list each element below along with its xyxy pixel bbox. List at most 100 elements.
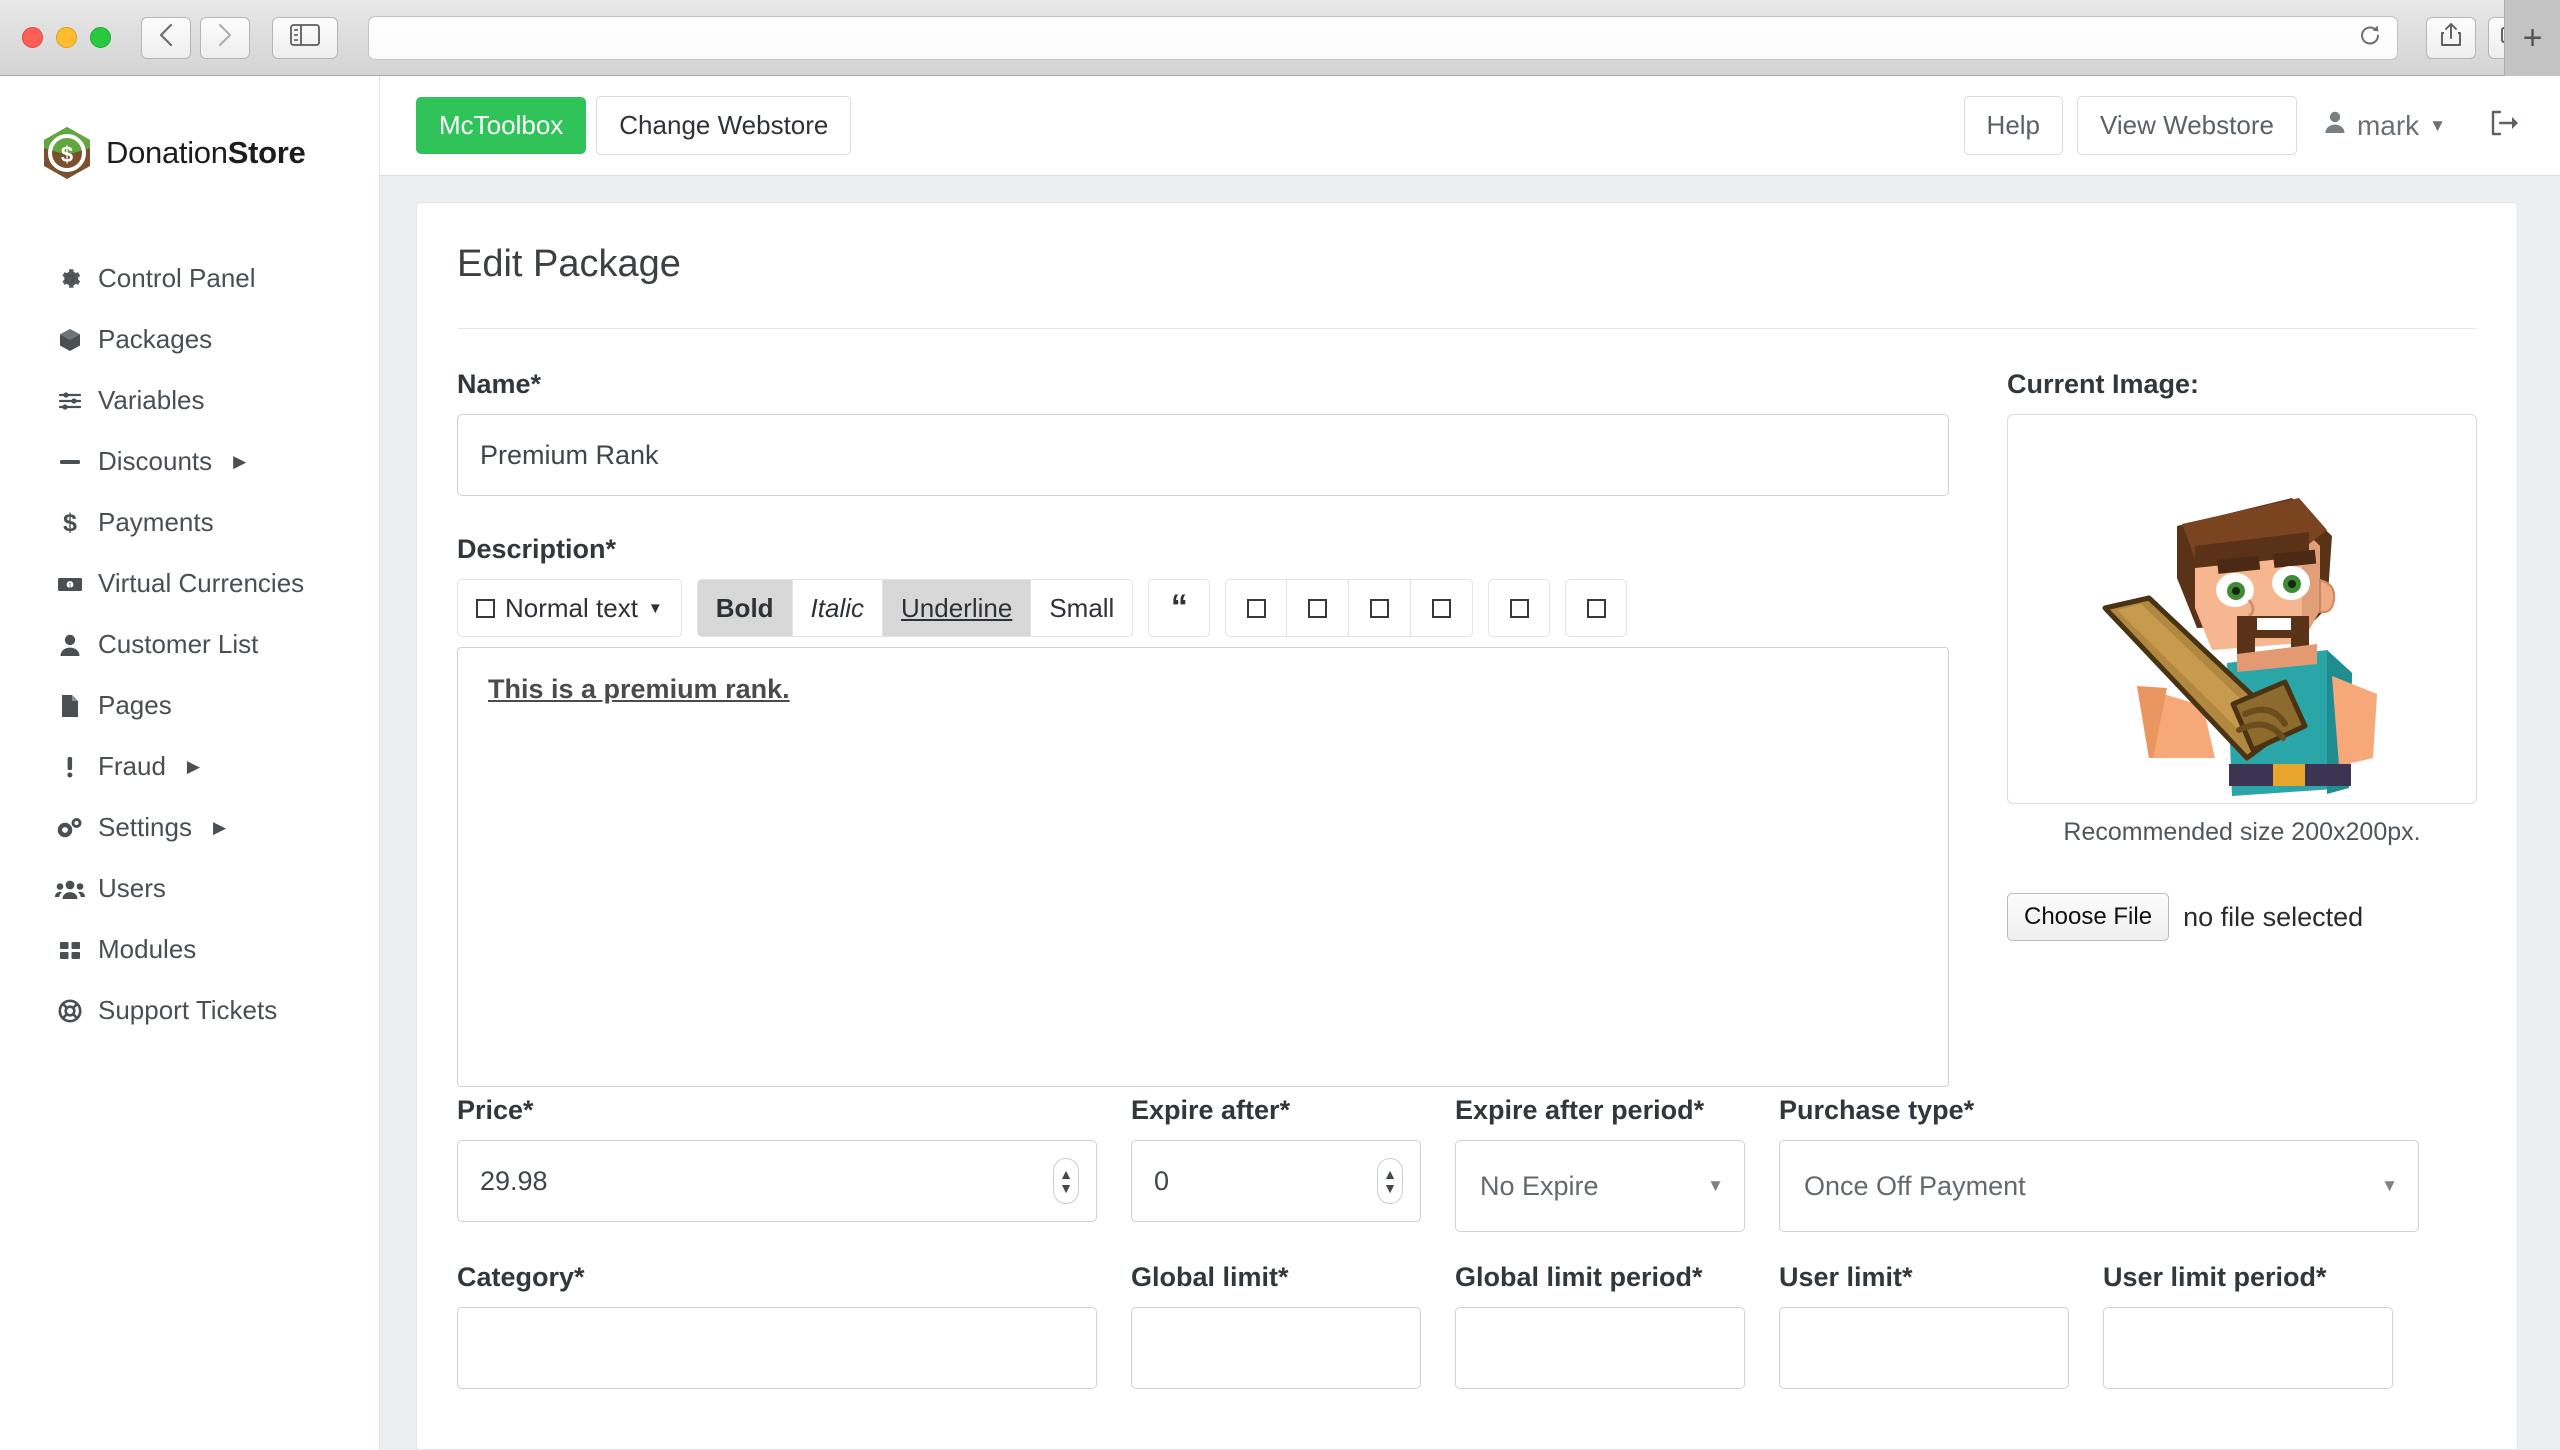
sidebar-item-label: Pages: [98, 690, 172, 720]
italic-button[interactable]: Italic: [792, 579, 884, 637]
stepper-up-icon[interactable]: ▲: [1383, 1167, 1397, 1181]
caret-down-icon: ▼: [647, 599, 663, 617]
sidebar-toggle-button[interactable]: [272, 16, 338, 59]
bold-button[interactable]: Bold: [696, 579, 793, 637]
user-limit-input[interactable]: [1779, 1307, 2069, 1389]
user-limit-field-block: User limit*: [1779, 1262, 2069, 1389]
share-icon: [2439, 22, 2463, 53]
sidebar-item-discounts[interactable]: Discounts ▶: [0, 431, 379, 492]
user-icon: [55, 632, 85, 658]
form-right-column: Current Image: Recommended size 200x200p…: [2007, 369, 2477, 1087]
category-field-block: Category*: [457, 1262, 1097, 1389]
grid-icon: [55, 937, 85, 963]
insert-link-button[interactable]: [1488, 579, 1551, 637]
user-limit-period-select[interactable]: [2103, 1307, 2393, 1389]
sidebar-item-variables[interactable]: Variables ▶: [0, 370, 379, 431]
webstore-name-button[interactable]: McToolbox: [416, 97, 587, 154]
package-settings-row-1: Price* ▲▼ Expire after* ▲▼: [457, 1095, 2477, 1232]
sidebar-item-packages[interactable]: Packages: [0, 309, 379, 370]
category-select[interactable]: [457, 1307, 1097, 1389]
file-icon: [55, 693, 85, 719]
share-button[interactable]: [2426, 16, 2476, 59]
form-columns: Name* Description* Normal text: [457, 369, 2477, 1087]
blockquote-icon: “: [1170, 588, 1188, 627]
price-stepper[interactable]: ▲ ▼: [1053, 1158, 1079, 1204]
purchase-type-select[interactable]: Once Off Payment ▼: [1779, 1140, 2419, 1232]
sidebar-item-label: Modules: [98, 934, 197, 964]
gears-icon: [55, 815, 85, 841]
sidebar-item-modules[interactable]: Modules: [0, 919, 379, 980]
underline-button[interactable]: Underline: [883, 579, 1032, 637]
logout-button[interactable]: [2488, 109, 2518, 142]
minimize-window-button[interactable]: [56, 27, 77, 48]
sidebar-item-virtual-currencies[interactable]: 1 Virtual Currencies: [0, 553, 379, 614]
price-input[interactable]: [457, 1140, 1097, 1222]
new-tab-button[interactable]: +: [2504, 0, 2560, 76]
description-editor[interactable]: This is a premium rank.: [457, 647, 1949, 1087]
help-button[interactable]: Help: [1963, 96, 2064, 155]
underline-label: Underline: [901, 592, 1013, 623]
brand-logo-area[interactable]: $ DonationStore: [0, 124, 379, 182]
sidebar: $ DonationStore Control Panel Packages V…: [0, 76, 380, 1450]
svg-text:$: $: [63, 510, 77, 536]
close-window-button[interactable]: [22, 27, 43, 48]
tofu-box-icon: [1586, 598, 1606, 618]
maximize-window-button[interactable]: [90, 27, 111, 48]
exclamation-icon: [55, 754, 85, 780]
sidebar-item-settings[interactable]: Settings ▶: [0, 797, 379, 858]
price-field-block: Price* ▲▼: [457, 1095, 1097, 1222]
box-icon: [55, 327, 85, 353]
category-label: Category*: [457, 1262, 585, 1292]
insert-image-button[interactable]: [1565, 579, 1628, 637]
forward-button[interactable]: [200, 16, 250, 59]
sidebar-item-payments[interactable]: $ Payments: [0, 492, 379, 553]
address-bar[interactable]: [368, 15, 2398, 60]
expire-after-period-select[interactable]: No Expire ▼: [1455, 1140, 1745, 1232]
indent-button[interactable]: [1411, 579, 1474, 637]
reload-icon[interactable]: [2357, 22, 2383, 53]
banknote-icon: 1: [55, 571, 85, 597]
sidebar-item-pages[interactable]: Pages: [0, 675, 379, 736]
outdent-button[interactable]: [1349, 579, 1412, 637]
package-settings-row-2: Category* Global limit* Global limit per…: [457, 1262, 2477, 1389]
expire-after-stepper[interactable]: ▲ ▼: [1377, 1158, 1403, 1204]
italic-label: Italic: [810, 592, 865, 623]
choose-file-button[interactable]: Choose File: [2007, 893, 2170, 941]
view-webstore-button[interactable]: View Webstore: [2077, 96, 2297, 155]
unordered-list-button[interactable]: [1225, 579, 1288, 637]
file-status-label: no file selected: [2183, 901, 2364, 932]
sidebar-item-label: Settings: [98, 812, 192, 842]
sidebar-item-fraud[interactable]: Fraud ▶: [0, 736, 379, 797]
sidebar-item-label: Packages: [98, 324, 213, 354]
change-webstore-button[interactable]: Change Webstore: [596, 96, 852, 155]
small-button[interactable]: Small: [1031, 579, 1134, 637]
chevron-right-icon: ▶: [186, 756, 200, 776]
users-icon: [55, 876, 85, 902]
sidebar-item-users[interactable]: Users: [0, 858, 379, 919]
image-caption: Recommended size 200x200px.: [2063, 818, 2421, 846]
tofu-box-icon: [476, 598, 495, 618]
user-limit-period-label: User limit period*: [2103, 1262, 2327, 1292]
browser-navigation-buttons: [141, 16, 250, 59]
link-group: [1488, 579, 1551, 637]
name-input[interactable]: [457, 414, 1949, 496]
user-menu[interactable]: mark ▼: [2323, 109, 2446, 142]
sidebar-item-support-tickets[interactable]: Support Tickets: [0, 980, 379, 1041]
global-limit-period-select[interactable]: [1455, 1307, 1745, 1389]
chevron-left-icon: [157, 22, 175, 53]
stepper-up-icon[interactable]: ▲: [1059, 1167, 1073, 1181]
stepper-down-icon[interactable]: ▼: [1059, 1181, 1073, 1195]
blockquote-button[interactable]: “: [1148, 579, 1211, 637]
text-style-dropdown[interactable]: Normal text ▼: [457, 579, 682, 637]
sidebar-item-control-panel[interactable]: Control Panel: [0, 248, 379, 309]
app-root: $ DonationStore Control Panel Packages V…: [0, 76, 2560, 1450]
global-limit-input[interactable]: [1131, 1307, 1421, 1389]
ordered-list-button[interactable]: [1287, 579, 1350, 637]
sidebar-item-label: Support Tickets: [98, 995, 278, 1025]
tofu-box-icon: [1246, 598, 1266, 618]
back-button[interactable]: [141, 16, 191, 59]
caret-down-icon: ▼: [2429, 115, 2446, 135]
sidebar-item-label: Virtual Currencies: [98, 568, 305, 598]
stepper-down-icon[interactable]: ▼: [1383, 1181, 1397, 1195]
sidebar-item-customer-list[interactable]: Customer List: [0, 614, 379, 675]
